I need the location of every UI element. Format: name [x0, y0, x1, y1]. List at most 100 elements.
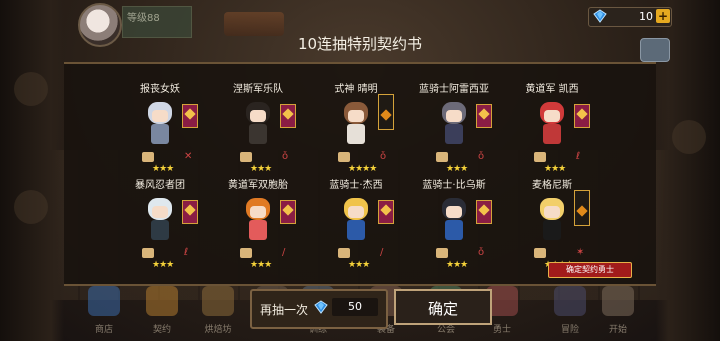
dock-item[interactable]: 开始: [596, 282, 640, 341]
rarity-banner-icon: [574, 190, 590, 226]
hero-body: [151, 220, 169, 240]
rarity-banner-icon: [280, 104, 296, 128]
hero-face: [348, 110, 364, 122]
hero-name: 麦格尼斯: [532, 180, 572, 191]
weapon-type-icon: ℓ: [576, 151, 581, 162]
contract-scroll-icon: [142, 152, 154, 162]
hero-stars: ★★★: [446, 164, 468, 174]
hero-face: [446, 110, 462, 122]
dock-label: 契约: [152, 325, 171, 335]
weapon-type-icon: ✕: [184, 151, 193, 162]
hero-card[interactable]: 报丧女妖 ✕ ★★★: [112, 80, 208, 180]
redraw-cost: 50: [332, 298, 378, 316]
dock-icon: [88, 286, 120, 316]
hero-body: [249, 220, 267, 240]
hero-stars: ★★★: [250, 260, 272, 270]
hero-body: [543, 124, 561, 144]
hero-name: 报丧女妖: [140, 84, 180, 95]
hero-face: [544, 110, 560, 122]
rarity-banner-icon: [378, 200, 394, 224]
weapon-type-icon: ǒ: [478, 151, 485, 162]
hero-stars: ★★★: [446, 260, 468, 270]
hero-sprite: [534, 198, 570, 244]
rarity-banner-icon: [182, 200, 198, 224]
hero-face: [250, 110, 266, 122]
hero-card[interactable]: 黄道军 凯西 ℓ ★★★: [504, 80, 600, 180]
hero-name: 暴风忍者团: [135, 180, 185, 191]
hero-name: 涅斯军乐队: [233, 84, 283, 95]
hero-card[interactable]: 式神 晴明 ǒ ★★★★: [308, 80, 404, 180]
top-bar: 等级88 10 +: [0, 0, 720, 47]
dock-item[interactable]: 烘焙坊: [196, 282, 240, 341]
dock-label: 开始: [608, 325, 627, 335]
hero-face: [446, 206, 462, 218]
redraw-label: 再抽一次: [260, 303, 309, 317]
hero-sprite: [534, 102, 570, 148]
hero-body: [445, 124, 463, 144]
weapon-type-icon: ǒ: [282, 151, 289, 162]
hero-stars: ★★★: [250, 164, 272, 174]
gem-count: 10: [639, 10, 653, 23]
hero-card[interactable]: 蓝骑士·杰西 / ★★★: [308, 176, 404, 276]
hero-sprite: [436, 198, 472, 244]
hero-body: [543, 220, 561, 240]
hero-face: [152, 206, 168, 218]
weapon-type-icon: ǒ: [380, 151, 387, 162]
hero-stars: ★★★★: [348, 164, 377, 174]
side-menu-icon[interactable]: [672, 120, 706, 154]
contract-scroll-icon: [240, 248, 252, 258]
contract-scroll-icon: [240, 152, 252, 162]
hero-sprite: [338, 102, 374, 148]
weapon-type-icon: /: [282, 247, 286, 258]
dock-item[interactable]: 商店: [82, 282, 126, 341]
contract-scroll-icon: [436, 248, 448, 258]
confirm-button[interactable]: 确定: [394, 289, 492, 325]
weapon-type-icon: ℓ: [184, 247, 189, 258]
hero-face: [348, 206, 364, 218]
hero-name: 黄道军双胞胎: [228, 180, 288, 191]
hero-body: [347, 220, 365, 240]
hero-name: 式神 晴明: [334, 84, 378, 95]
hero-name: 蓝骑士·比乌斯: [422, 180, 486, 191]
dock-item[interactable]: 冒险: [548, 282, 592, 341]
side-menu-icon[interactable]: [14, 190, 48, 224]
hero-sprite: [338, 198, 374, 244]
hero-sprite: [240, 102, 276, 148]
dock-item[interactable]: 契约: [140, 282, 184, 341]
hero-card[interactable]: 蓝骑士·比乌斯 ǒ ★★★: [406, 176, 502, 276]
rarity-banner-icon: [280, 200, 296, 224]
weapon-type-icon: ǒ: [478, 247, 485, 258]
contract-hero-tag: 确定契约勇士: [548, 262, 632, 278]
player-level: 等级88: [127, 13, 160, 24]
side-menu-icon[interactable]: [14, 72, 48, 106]
gem-counter: 10 +: [588, 7, 672, 27]
hero-sprite: [436, 102, 472, 148]
hero-face: [250, 206, 266, 218]
hero-card[interactable]: 蓝骑士阿雷西亚 ǒ ★★★: [406, 80, 502, 180]
hero-card[interactable]: 暴风忍者团 ℓ ★★★: [112, 176, 208, 276]
rarity-banner-icon: [476, 104, 492, 128]
hero-card[interactable]: 黄道军双胞胎 / ★★★: [210, 176, 306, 276]
weapon-type-icon: ✶: [576, 247, 585, 258]
contract-scroll-icon: [534, 248, 546, 258]
gem-icon: [593, 9, 607, 23]
gem-icon: [314, 300, 328, 314]
hero-card[interactable]: 涅斯军乐队 ǒ ★★★: [210, 80, 306, 180]
contract-scroll-icon: [436, 152, 448, 162]
hero-stars: ★★★: [348, 260, 370, 270]
rarity-banner-icon: [476, 200, 492, 224]
hero-body: [249, 124, 267, 144]
hero-sprite: [142, 102, 178, 148]
hero-stars: ★★★: [544, 164, 566, 174]
hero-stars: ★★★: [152, 164, 174, 174]
add-gems-button[interactable]: +: [656, 9, 670, 23]
contract-scroll-icon: [338, 152, 350, 162]
hero-card[interactable]: 麦格尼斯✶★★★★: [504, 176, 600, 276]
hero-body: [347, 124, 365, 144]
hero-name: 蓝骑士阿雷西亚: [419, 84, 489, 95]
redraw-button[interactable]: 再抽一次 50: [250, 289, 388, 329]
contract-scroll-icon: [338, 248, 350, 258]
dock-label: 商店: [94, 325, 113, 335]
contract-scroll-icon: [142, 248, 154, 258]
rarity-banner-icon: [378, 94, 394, 130]
